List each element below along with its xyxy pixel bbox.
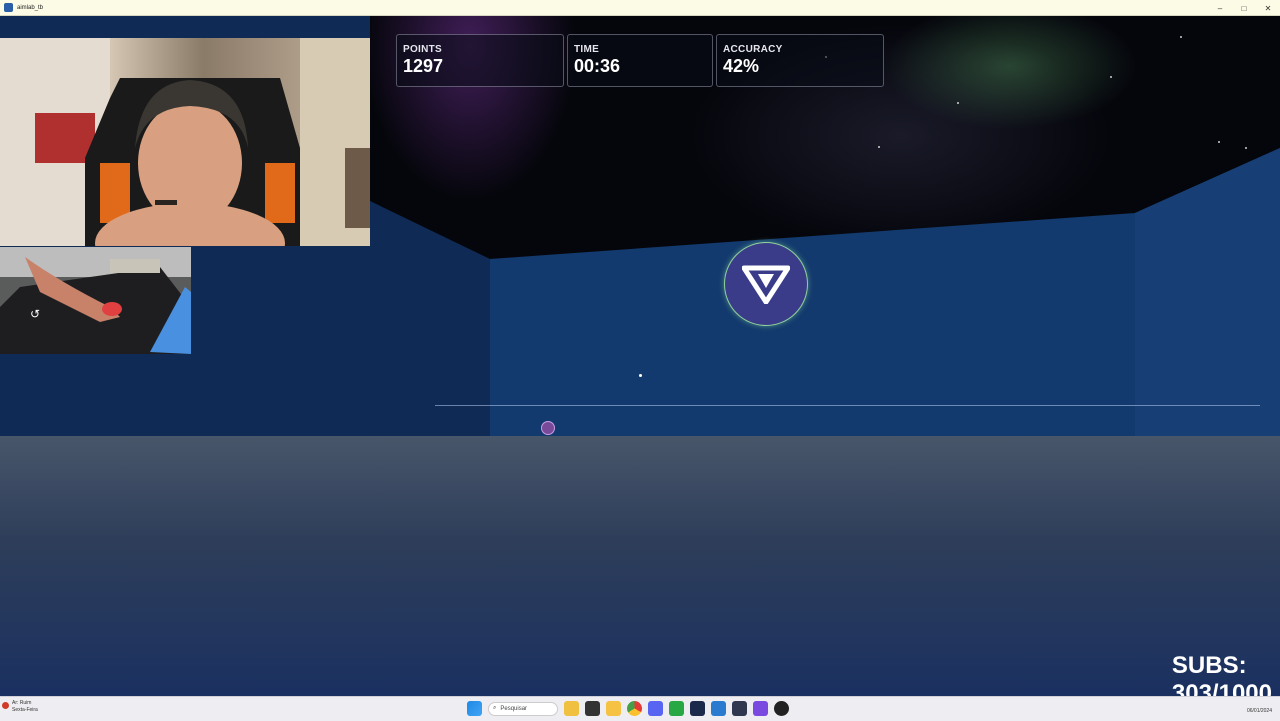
discord-icon[interactable]	[648, 701, 663, 716]
app-icon	[4, 3, 13, 12]
app-icon[interactable]	[711, 701, 726, 716]
aimlab-logo-icon	[742, 265, 790, 304]
search-placeholder: Pesquisar	[500, 705, 528, 712]
chrome-icon[interactable]	[627, 701, 642, 716]
aim-target[interactable]	[724, 242, 808, 326]
window-title: aimlab_tb	[17, 4, 44, 11]
close-button[interactable]: ✕	[1256, 0, 1280, 16]
points-panel: POINTS 1297	[396, 34, 564, 87]
taskbar: Ar: Ruim Sexta-Feira ⌕ Pesquisar 06/01/2…	[0, 696, 1280, 721]
windows-start-icon[interactable]	[467, 701, 482, 716]
taskbar-apps: ⌕ Pesquisar	[467, 701, 789, 716]
streamer-image	[0, 38, 370, 246]
horizon-line	[435, 405, 1260, 406]
grid-app-icon[interactable]	[753, 701, 768, 716]
accuracy-label: ACCURACY	[723, 44, 783, 55]
weather-day: Sexta-Feira	[12, 707, 38, 713]
aimlab-icon[interactable]	[690, 701, 705, 716]
time-label: TIME	[574, 44, 600, 55]
app2-icon[interactable]	[732, 701, 747, 716]
weather-icon	[2, 702, 9, 709]
points-value: 1297	[403, 56, 444, 76]
task-view-icon[interactable]	[585, 701, 600, 716]
accuracy-panel: ACCURACY 42%	[716, 34, 884, 87]
points-label: POINTS	[403, 44, 443, 55]
window-controls: – □ ✕	[1208, 0, 1280, 16]
file-explorer-icon[interactable]	[606, 701, 621, 716]
subs-label: SUBS:	[1171, 652, 1247, 679]
weather-widget[interactable]: Ar: Ruim Sexta-Feira	[2, 700, 38, 714]
xbox-icon[interactable]	[669, 701, 684, 716]
time-value: 00:36	[574, 56, 621, 76]
system-tray[interactable]: 06/01/2024	[1247, 701, 1272, 715]
search-input[interactable]: ⌕ Pesquisar	[488, 701, 558, 716]
secondary-target[interactable]	[541, 421, 555, 435]
mouse-cursor-icon: ↺	[30, 307, 41, 321]
crosshair	[639, 374, 642, 377]
tray-date: 06/01/2024	[1246, 708, 1272, 714]
game-app-icon[interactable]	[774, 701, 789, 716]
crown-icon[interactable]	[564, 701, 579, 716]
maximize-button[interactable]: □	[1232, 0, 1256, 16]
webcam-feed	[0, 38, 370, 246]
time-panel: TIME 00:36	[567, 34, 713, 87]
accuracy-value: 42%	[723, 56, 760, 76]
handcam-feed: ↺	[0, 247, 191, 354]
floor	[0, 436, 1280, 696]
search-icon: ⌕	[493, 705, 497, 711]
desk-image	[0, 247, 191, 354]
window-titlebar: aimlab_tb	[0, 0, 1280, 16]
minimize-button[interactable]: –	[1208, 0, 1232, 16]
weather-status: Ar: Ruim	[12, 700, 32, 706]
